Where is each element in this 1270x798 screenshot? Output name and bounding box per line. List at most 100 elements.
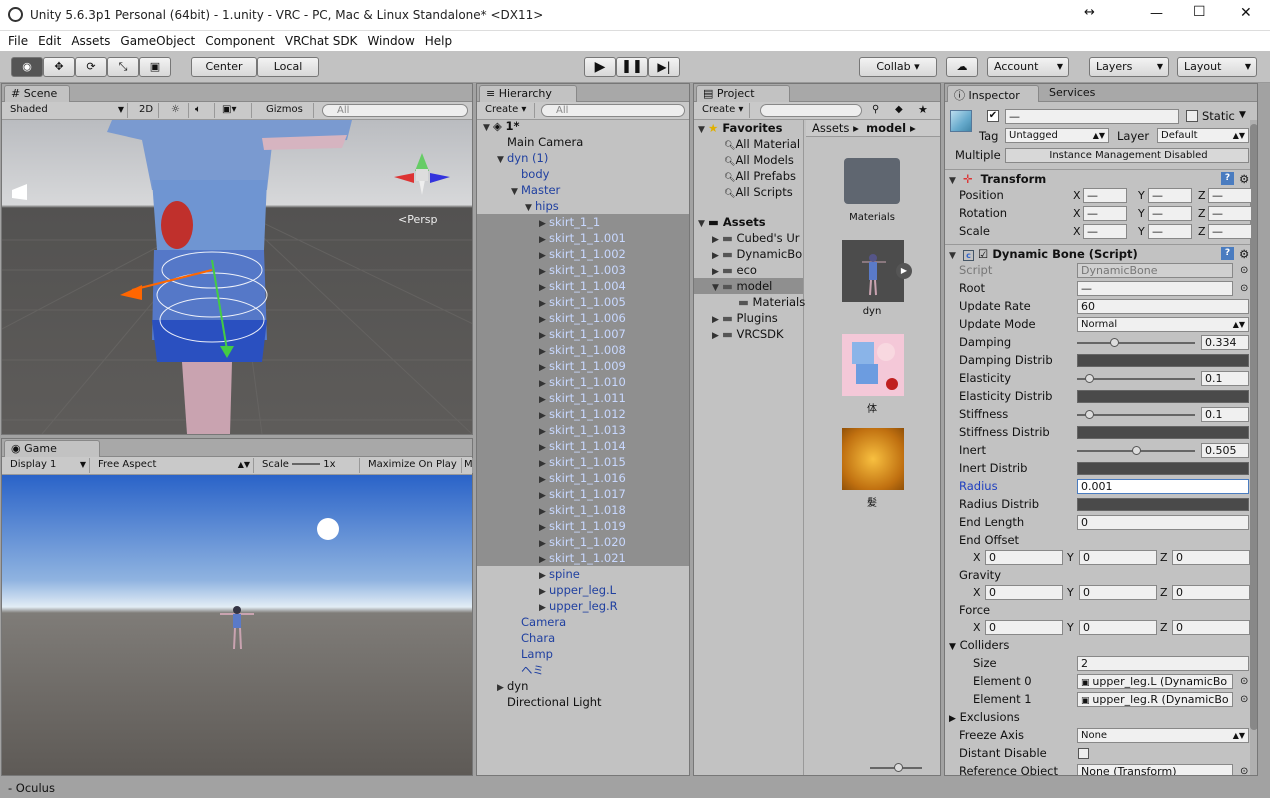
tab-services[interactable]: Services: [1049, 86, 1095, 99]
scene-viewport[interactable]: <Persp: [2, 120, 472, 434]
dynbone-update-rate-field[interactable]: 60: [1077, 299, 1249, 314]
effects-toggle[interactable]: ▣▾: [218, 103, 252, 118]
dynbone-end-offset-z-field[interactable]: 0: [1172, 550, 1250, 565]
transform-position-z-field[interactable]: —: [1208, 188, 1252, 203]
breadcrumb-model[interactable]: model ▸: [866, 121, 916, 135]
hierarchy-item[interactable]: Camera: [477, 614, 689, 630]
dynbone-damping-d-curve[interactable]: [1077, 354, 1249, 367]
dynbone-radius-d-curve[interactable]: [1077, 498, 1249, 511]
display-dropdown[interactable]: Display 1 ▼: [6, 458, 90, 473]
hierarchy-search-input[interactable]: All: [541, 104, 685, 117]
breadcrumb-assets[interactable]: Assets ▸: [812, 121, 859, 135]
dynbone-inert-slider-knob[interactable]: [1132, 446, 1141, 455]
shading-mode-dropdown[interactable]: Shaded ▼: [6, 103, 128, 118]
hierarchy-item[interactable]: ▶ dyn: [477, 678, 689, 694]
object-picker-icon[interactable]: ⊙: [1240, 281, 1248, 296]
gear-icon[interactable]: ⚙: [1239, 245, 1249, 263]
transform-position-x-field[interactable]: —: [1083, 188, 1127, 203]
expand-arrow-icon[interactable]: ▶: [949, 714, 956, 724]
dynbone-force-y-field[interactable]: 0: [1079, 620, 1157, 635]
move-tool-button[interactable]: ✥: [43, 57, 75, 77]
section-colliders-label[interactable]: ▼ Colliders: [949, 637, 1009, 654]
dynbone-force-x-field[interactable]: 0: [985, 620, 1063, 635]
maximize-button[interactable]: ☐: [1193, 4, 1206, 20]
hierarchy-item[interactable]: ▶ skirt_1_1.017: [477, 486, 689, 502]
dynbone-radius-field[interactable]: 0.001: [1077, 479, 1249, 494]
transform-rotation-x-field[interactable]: —: [1083, 206, 1127, 221]
layer-dropdown[interactable]: Default ▲▼: [1157, 128, 1249, 143]
hierarchy-item[interactable]: ▶ skirt_1_1.016: [477, 470, 689, 486]
tag-dropdown[interactable]: Untagged ▲▼: [1005, 128, 1109, 143]
asset-hair-texture[interactable]: [842, 428, 904, 490]
gizmos-dropdown[interactable]: Gizmos ▾: [262, 103, 314, 129]
asset-folder-item[interactable]: ▶ ▬ Plugins: [694, 310, 803, 326]
object-picker-icon[interactable]: ⊙: [1240, 263, 1248, 278]
hierarchy-item[interactable]: ▶ skirt_1_1.007: [477, 326, 689, 342]
active-checkbox[interactable]: ✔: [987, 110, 999, 122]
dynbone-gravity-y-field[interactable]: 0: [1079, 585, 1157, 600]
label-icon[interactable]: ◆: [895, 104, 903, 115]
menu-gameobject[interactable]: GameObject: [116, 32, 199, 50]
dynbone-stiffness-slider-knob[interactable]: [1084, 410, 1094, 419]
project-search-input[interactable]: [760, 104, 862, 117]
static-checkbox[interactable]: [1186, 110, 1198, 122]
hierarchy-item[interactable]: Directional Light: [477, 694, 689, 710]
hierarchy-item[interactable]: ▶ skirt_1_1.012: [477, 406, 689, 422]
menu-component[interactable]: Component: [201, 32, 279, 50]
assets-header[interactable]: ▼ ▬ Assets: [694, 214, 803, 230]
dynbone-update-mode-dropdown[interactable]: Normal ▲▼: [1077, 317, 1249, 332]
hierarchy-item[interactable]: ▶ skirt_1_1.014: [477, 438, 689, 454]
layers-dropdown[interactable]: Layers ▼: [1089, 57, 1169, 77]
hierarchy-item[interactable]: ▶ skirt_1_1.021: [477, 550, 689, 566]
tab-project[interactable]: ▤ Project: [696, 85, 790, 102]
rect-tool-button[interactable]: ▣: [139, 57, 171, 77]
dynbone-damping-slider[interactable]: [1077, 342, 1195, 344]
dynbone-stiffness-value-field[interactable]: 0.1: [1201, 407, 1249, 422]
menu-vrchat-sdk[interactable]: VRChat SDK: [281, 32, 362, 50]
scene-search-input[interactable]: All: [322, 104, 468, 117]
dynbone-el0-object-field[interactable]: ▣ upper_leg.L (DynamicBo: [1077, 674, 1233, 689]
hierarchy-item[interactable]: ▶ skirt_1_1.010: [477, 374, 689, 390]
close-button[interactable]: ✕: [1240, 5, 1252, 21]
dynbone-end-length-field[interactable]: 0: [1077, 515, 1249, 530]
minimize-button[interactable]: —: [1150, 6, 1163, 21]
transform-header[interactable]: ▼ ✛ Transform ? ⚙: [945, 169, 1257, 187]
mute-toggle[interactable]: M: [463, 458, 473, 473]
layout-dropdown[interactable]: Layout ▼: [1177, 57, 1257, 77]
star-icon[interactable]: ★: [918, 103, 928, 116]
collab-button[interactable]: Collab ▾: [859, 57, 937, 77]
dynbone-damping-value-field[interactable]: 0.334: [1201, 335, 1249, 350]
project-create-dropdown[interactable]: Create ▾: [698, 103, 750, 118]
transform-scale-y-field[interactable]: —: [1148, 224, 1192, 239]
object-picker-icon[interactable]: ⊙: [1240, 764, 1248, 775]
dynbone-ref-object-field[interactable]: None (Transform): [1077, 764, 1233, 775]
dynbone-gravity-x-field[interactable]: 0: [985, 585, 1063, 600]
hierarchy-item[interactable]: ▶ skirt_1_1.020: [477, 534, 689, 550]
tab-hierarchy[interactable]: ≡ Hierarchy: [479, 85, 577, 102]
section-exclusions-label[interactable]: ▶ Exclusions: [949, 709, 1020, 726]
mode-2d-button[interactable]: 2D: [135, 103, 159, 118]
game-viewport[interactable]: [2, 475, 472, 775]
expand-arrow-icon[interactable]: ▶: [712, 328, 722, 344]
asset-dyn-model[interactable]: [842, 240, 904, 302]
hierarchy-item[interactable]: ▶ skirt_1_1: [477, 214, 689, 230]
favorite-item[interactable]: 🔍︎All Material: [694, 136, 803, 152]
menu-assets[interactable]: Assets: [67, 32, 114, 50]
dynamic-bone-header[interactable]: ▼ c ☑ Dynamic Bone (Script) ? ⚙: [945, 244, 1257, 262]
transform-rotation-z-field[interactable]: —: [1208, 206, 1252, 221]
hierarchy-item[interactable]: ▶ spine: [477, 566, 689, 582]
object-picker-icon[interactable]: ⊙: [1240, 692, 1248, 707]
asset-folder-item[interactable]: ▬ Materials: [694, 294, 805, 310]
dynbone-freeze-dropdown[interactable]: None ▲▼: [1077, 728, 1249, 743]
step-button[interactable]: ▶|: [648, 57, 680, 77]
hierarchy-item[interactable]: ▶ skirt_1_1.004: [477, 278, 689, 294]
dynbone-end-offset-x-field[interactable]: 0: [985, 550, 1063, 565]
hierarchy-item[interactable]: ▶ skirt_1_1.003: [477, 262, 689, 278]
dynbone-root-field[interactable]: —: [1077, 281, 1233, 296]
pivot-center-button[interactable]: Center: [191, 57, 257, 77]
hierarchy-create-dropdown[interactable]: Create ▾: [481, 103, 535, 118]
thumbnail-size-slider[interactable]: [870, 763, 922, 772]
hierarchy-item[interactable]: ▶ skirt_1_1.009: [477, 358, 689, 374]
hierarchy-item[interactable]: ▶ skirt_1_1.005: [477, 294, 689, 310]
dynbone-end-offset-y-field[interactable]: 0: [1079, 550, 1157, 565]
